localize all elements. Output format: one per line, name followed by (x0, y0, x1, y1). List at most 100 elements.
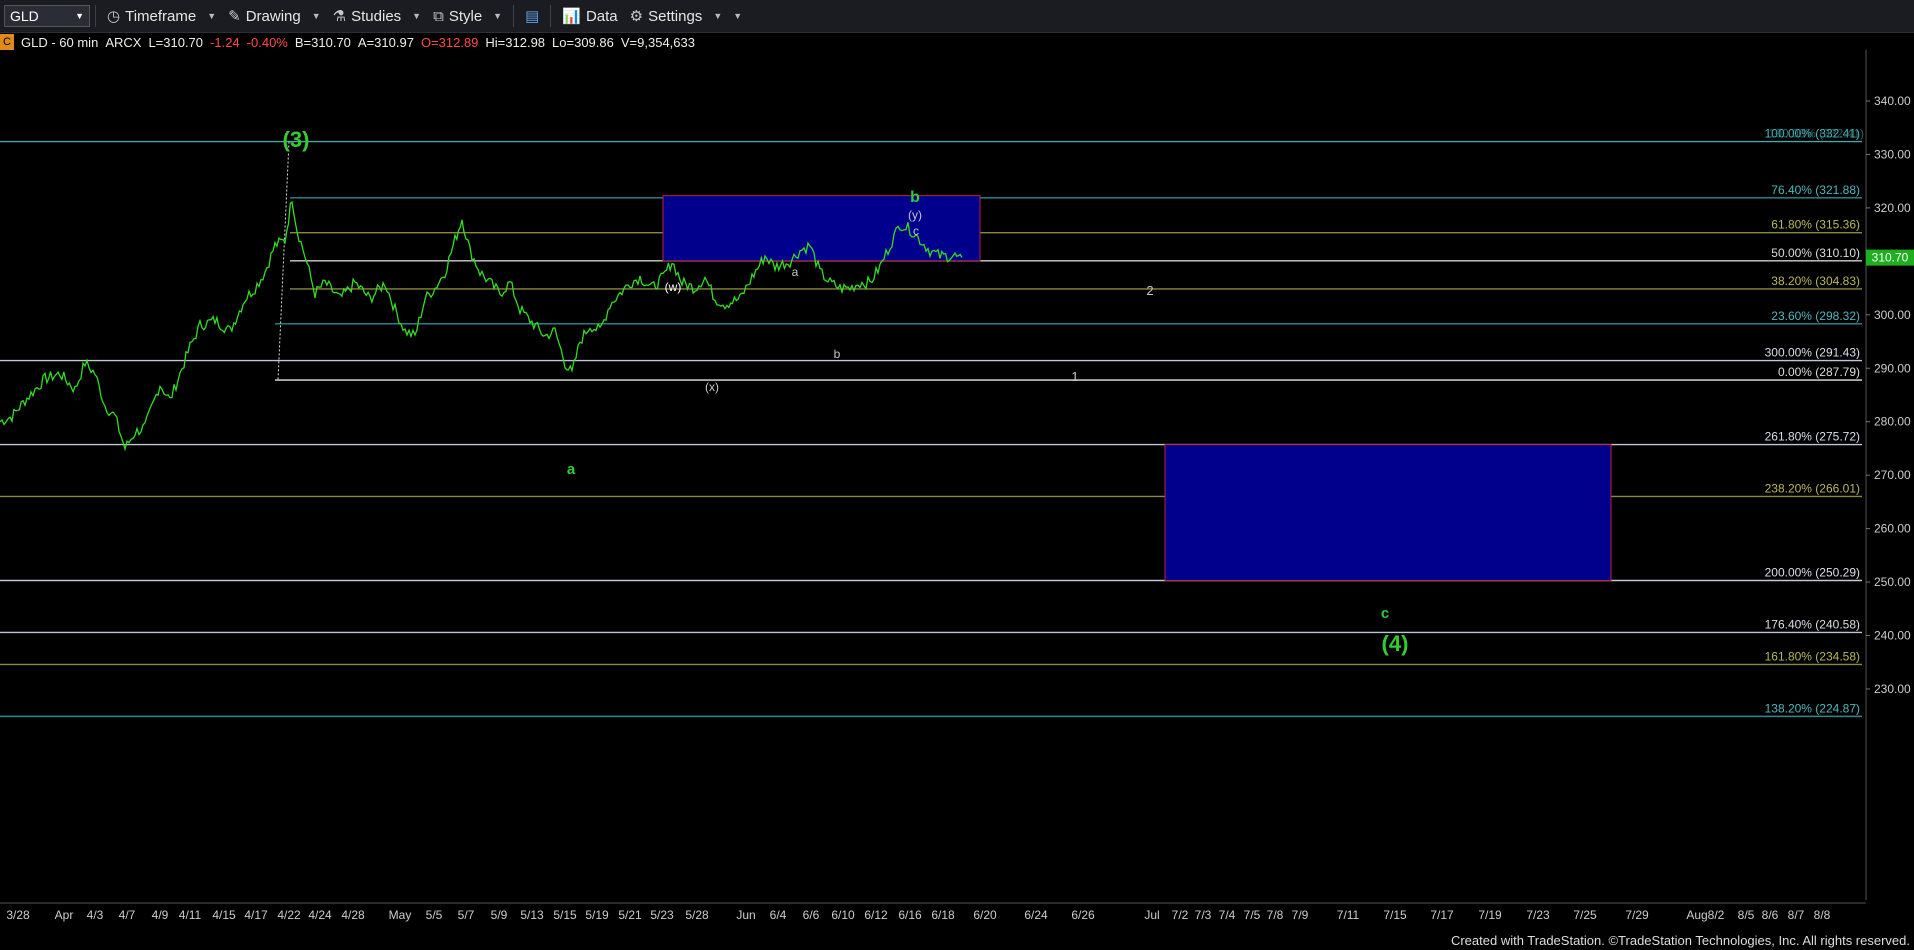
settings-button[interactable]: ⚙ Settings ▼ ▼ (624, 7, 749, 26)
flask-icon: ⚗ (332, 8, 347, 25)
wave-label: (x) (705, 380, 719, 394)
date-tick-label: 3/28 (6, 908, 30, 922)
date-tick-label: 5/13 (520, 908, 544, 922)
date-tick-label: 6/20 (973, 908, 997, 922)
layout-icon: ▤ (525, 8, 540, 25)
style-button[interactable]: ⧉ Style ▼ (427, 8, 508, 25)
date-tick-label: 5/9 (491, 908, 508, 922)
low-price: Lo=309.86 (552, 34, 614, 50)
date-tick-label: 7/4 (1219, 908, 1236, 922)
date-tick-label: 7/19 (1478, 908, 1502, 922)
volume: V=9,354,633 (620, 34, 695, 50)
price-tick-label: 270.00 (1874, 468, 1911, 482)
wave-label: b (834, 347, 841, 361)
chevron-down-icon: ▼ (207, 11, 217, 21)
price-tick-label: 330.00 (1874, 147, 1911, 161)
wave-label: a (792, 265, 799, 279)
date-tick-label: 7/5 (1244, 908, 1261, 922)
date-tick-label: 4/9 (152, 908, 169, 922)
price-tick-label: 280.00 (1874, 415, 1911, 429)
price-tick-label: 240.00 (1874, 629, 1911, 643)
price-chart[interactable]: 340.00330.00320.00310.00300.00290.00280.… (0, 50, 1914, 924)
fib-level-label: 238.20% (266.01) (1765, 481, 1860, 495)
date-tick-label: 7/17 (1430, 908, 1454, 922)
chart-toolbar: GLD ▼ ◷ Timeframe ▼ ✎ Drawing ▼ ⚗ Studie… (0, 0, 1914, 33)
credit-text: Created with TradeStation. ©TradeStation… (1450, 933, 1910, 948)
price-tick-label: 300.00 (1874, 308, 1911, 322)
date-tick-label: 8/6 (1762, 908, 1779, 922)
date-tick-label: 4/7 (119, 908, 136, 922)
date-tick-label: 4/11 (179, 908, 202, 922)
fib-level-label: 161.80% (234.58) (1765, 649, 1860, 663)
date-tick-label: 8/5 (1738, 908, 1755, 922)
style-icon: ⧉ (433, 7, 444, 25)
fib-level-label: 38.20% (304.83) (1771, 274, 1860, 288)
date-tick-label: 7/9 (1292, 908, 1309, 922)
date-tick-label: 6/26 (1071, 908, 1095, 922)
toolbar-divider (550, 5, 552, 27)
date-tick-label: 7/15 (1383, 908, 1407, 922)
wave-label: (4) (1382, 631, 1409, 656)
date-tick-label: 5/19 (585, 908, 609, 922)
wave-4-target-box (1164, 444, 1612, 581)
date-tick-label: 5/21 (618, 908, 642, 922)
data-button[interactable]: 📊 Data (556, 7, 623, 26)
style-label: Style (448, 7, 483, 25)
date-tick-label: 4/3 (87, 908, 104, 922)
drawing-button[interactable]: ✎ Drawing ▼ (222, 7, 327, 26)
settings-label: Settings (648, 7, 703, 25)
symbol-value: GLD (10, 8, 39, 24)
price-tick-label: 250.00 (1874, 575, 1911, 589)
symbol-input[interactable]: GLD ▼ (4, 5, 90, 27)
date-tick-label: 4/28 (341, 908, 365, 922)
fib-level-label: 23.60% (298.32) (1771, 309, 1860, 323)
fib-level-label: 0.00% (287.79) (1778, 365, 1860, 379)
date-tick-label: 7/25 (1573, 908, 1597, 922)
fib-level-label: 76.40% (321.88) (1771, 183, 1860, 197)
date-tick-label: 5/7 (458, 908, 475, 922)
timeframe-label: Timeframe (125, 7, 197, 25)
date-tick-label: 7/3 (1195, 908, 1212, 922)
price-tick-label: 290.00 (1874, 361, 1911, 375)
toolbar-divider (95, 5, 96, 27)
studies-label: Studies (351, 7, 402, 25)
wave-label: (w) (665, 280, 682, 294)
timeframe-button[interactable]: ◷ Timeframe ▼ (101, 7, 222, 26)
date-tick-label: 5/15 (553, 908, 577, 922)
pct-change: -0.40% (246, 34, 288, 50)
fib-level-label: 50.00% (310.10) (1771, 246, 1860, 260)
date-tick-label: May (389, 908, 412, 922)
pencil-icon: ✎ (228, 8, 241, 25)
date-tick-label: Apr (55, 908, 74, 922)
bar-chart-icon: 📊 (562, 8, 581, 25)
date-tick-label: Jun (736, 908, 755, 922)
wave-label: 2 (1146, 283, 1153, 298)
date-tick-label: 7/29 (1625, 908, 1649, 922)
date-tick-label: 6/18 (931, 908, 955, 922)
chart-title: GLD - 60 min (21, 34, 99, 50)
date-tick-label: 8/2 (1708, 908, 1725, 922)
chevron-down-icon: ▼ (713, 11, 723, 21)
bid-price: B=310.70 (294, 34, 351, 50)
exchange: ARCX (105, 34, 142, 50)
date-tick-label: 8/7 (1788, 908, 1805, 922)
toolbar-divider (513, 5, 515, 27)
date-tick-label: 4/17 (244, 908, 268, 922)
layout-button[interactable]: ▤ (519, 7, 545, 25)
date-tick-label: 4/22 (277, 908, 301, 922)
drawing-label: Drawing (245, 7, 301, 25)
symbol-info-bar: C GLD - 60 min ARCX L=310.70 -1.24 -0.40… (0, 33, 702, 51)
chevron-down-icon: ▼ (412, 11, 422, 21)
fib-level-label-overlap: 100.00% (332.41) (1769, 127, 1864, 141)
wave-connector-line (277, 141, 290, 381)
last-price-badge-label: 310.70 (1872, 251, 1909, 265)
date-tick-label: 7/23 (1526, 908, 1550, 922)
date-tick-label: 7/11 (1337, 908, 1360, 922)
footer: Created with TradeStation. ©TradeStation… (0, 926, 1914, 950)
studies-button[interactable]: ⚗ Studies ▼ (327, 7, 427, 26)
chevron-down-icon: ▼ (75, 11, 84, 21)
ask-price: A=310.97 (357, 34, 414, 50)
date-tick-label: 4/15 (212, 908, 236, 922)
fib-level-label: 138.20% (224.87) (1765, 701, 1860, 715)
fib-level-label: 176.40% (240.58) (1765, 617, 1860, 631)
